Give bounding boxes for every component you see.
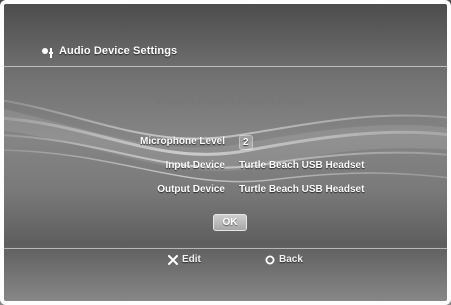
- meter-segment: [297, 96, 300, 105]
- ok-button[interactable]: OK: [213, 214, 247, 231]
- meter-segment: [272, 96, 275, 105]
- meter-segment: [267, 96, 270, 105]
- meter-segment: [232, 96, 235, 105]
- microphone-level-value[interactable]: 2: [239, 135, 253, 150]
- back-hint[interactable]: Back: [265, 254, 303, 265]
- meter-segment: [257, 96, 260, 105]
- meter-segment: [282, 96, 285, 105]
- meter-segment: [222, 96, 225, 105]
- header-bar: Audio Device Settings: [0, 38, 451, 67]
- output-device-value[interactable]: Turtle Beach USB Headset: [239, 184, 364, 195]
- microphone-level-meter: [157, 96, 305, 105]
- meter-segment: [292, 96, 295, 105]
- back-label: Back: [279, 254, 303, 265]
- microphone-level-row[interactable]: Microphone Level 2: [0, 135, 451, 152]
- meter-segment: [247, 96, 250, 105]
- meter-segment: [217, 96, 220, 105]
- meter-segment: [262, 96, 265, 105]
- meter-segment: [162, 96, 165, 105]
- meter-segment: [207, 96, 210, 105]
- meter-segment: [187, 96, 190, 105]
- output-device-label: Output Device: [157, 184, 225, 195]
- circle-button-icon: [265, 255, 275, 264]
- meter-segment: [192, 96, 195, 105]
- meter-segment: [227, 96, 230, 105]
- meter-segment: [252, 96, 255, 105]
- meter-segment: [302, 96, 305, 105]
- input-device-label: Input Device: [165, 160, 225, 171]
- settings-icon: [42, 48, 53, 58]
- audio-device-settings-screen: Audio Device Settings Microphone Level 2…: [0, 0, 451, 305]
- meter-segment: [197, 96, 200, 105]
- edit-label: Edit: [182, 254, 201, 265]
- meter-segment: [157, 96, 160, 105]
- meter-segment: [167, 96, 170, 105]
- meter-segment: [277, 96, 280, 105]
- meter-segment: [237, 96, 240, 105]
- edit-hint[interactable]: Edit: [168, 254, 201, 265]
- output-device-row[interactable]: Output Device Turtle Beach USB Headset: [0, 184, 451, 200]
- meter-segment: [172, 96, 175, 105]
- meter-segment: [242, 96, 245, 105]
- meter-segment: [287, 96, 290, 105]
- cross-button-icon: [168, 254, 178, 265]
- meter-segment: [202, 96, 205, 105]
- meter-segment: [177, 96, 180, 105]
- footer-bar: Edit Back: [0, 248, 451, 273]
- page-title: Audio Device Settings: [59, 45, 178, 57]
- input-device-row[interactable]: Input Device Turtle Beach USB Headset: [0, 160, 451, 176]
- meter-segment: [212, 96, 215, 105]
- meter-segment: [182, 96, 185, 105]
- microphone-level-label: Microphone Level: [139, 136, 225, 147]
- input-device-value[interactable]: Turtle Beach USB Headset: [239, 160, 364, 171]
